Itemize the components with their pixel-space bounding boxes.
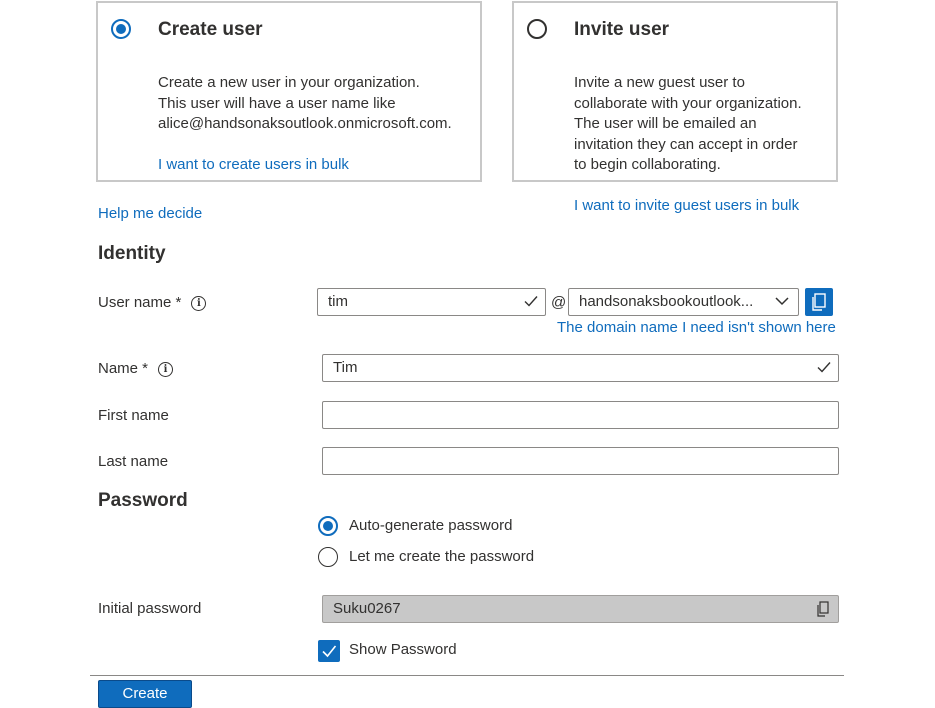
name-label: Name * [98, 360, 149, 377]
custom-password-label[interactable]: Let me create the password [349, 548, 534, 565]
initial-password-label: Initial password [98, 600, 202, 617]
info-icon[interactable]: i [158, 362, 174, 377]
initial-password-input: Suku0267 [322, 595, 839, 623]
create-user-description-text: Create a new user in your organization. … [158, 74, 452, 133]
create-user-description: Create a new user in your organization. … [158, 53, 452, 175]
show-password-checkbox[interactable] [318, 640, 340, 662]
create-users-bulk-link[interactable]: I want to create users in bulk [158, 156, 349, 173]
show-password-label[interactable]: Show Password [349, 641, 457, 658]
domain-not-shown-link[interactable]: The domain name I need isn't shown here [557, 319, 836, 336]
checkmark-icon [524, 296, 538, 307]
name-input[interactable]: Tim [322, 354, 839, 382]
invite-user-radio[interactable] [527, 19, 547, 39]
first-name-input[interactable] [322, 401, 839, 429]
footer-divider [90, 675, 844, 676]
password-heading: Password [98, 490, 188, 511]
checkmark-icon [322, 645, 337, 658]
name-value: Tim [333, 359, 358, 376]
username-label: User name * [98, 294, 182, 311]
invite-users-bulk-link[interactable]: I want to invite guest users in bulk [574, 197, 799, 214]
copy-icon [812, 293, 826, 311]
first-name-label: First name [98, 407, 169, 424]
domain-dropdown[interactable]: handsonaksbookoutlook... [568, 288, 799, 316]
copy-username-button[interactable] [805, 288, 833, 316]
username-input[interactable]: tim [317, 288, 546, 316]
checkmark-icon [817, 362, 831, 373]
create-button[interactable]: Create [98, 680, 192, 708]
name-label-row: Name * i [98, 360, 174, 377]
at-sign: @ [551, 294, 567, 311]
username-value: tim [328, 293, 348, 310]
auto-generate-radio[interactable] [318, 516, 338, 536]
username-label-row: User name * i [98, 294, 207, 311]
domain-value: handsonaksbookoutlook... [579, 293, 754, 310]
custom-password-radio[interactable] [318, 547, 338, 567]
last-name-label: Last name [98, 453, 169, 470]
invite-user-title: Invite user [574, 19, 670, 40]
invite-user-description: Invite a new guest user to collaborate w… [574, 53, 802, 216]
identity-heading: Identity [98, 243, 166, 264]
create-user-card[interactable]: Create user Create a new user in your or… [96, 1, 482, 182]
info-icon[interactable]: i [191, 296, 207, 311]
initial-password-value: Suku0267 [333, 600, 401, 617]
last-name-input[interactable] [322, 447, 839, 475]
help-me-decide-link[interactable]: Help me decide [98, 205, 202, 222]
create-user-title: Create user [158, 19, 263, 40]
create-user-radio[interactable] [111, 19, 131, 39]
invite-user-description-text: Invite a new guest user to collaborate w… [574, 74, 802, 174]
chevron-down-icon [775, 297, 789, 306]
auto-generate-label[interactable]: Auto-generate password [349, 517, 512, 534]
copy-icon[interactable] [816, 601, 830, 617]
invite-user-card[interactable]: Invite user Invite a new guest user to c… [512, 1, 838, 214]
